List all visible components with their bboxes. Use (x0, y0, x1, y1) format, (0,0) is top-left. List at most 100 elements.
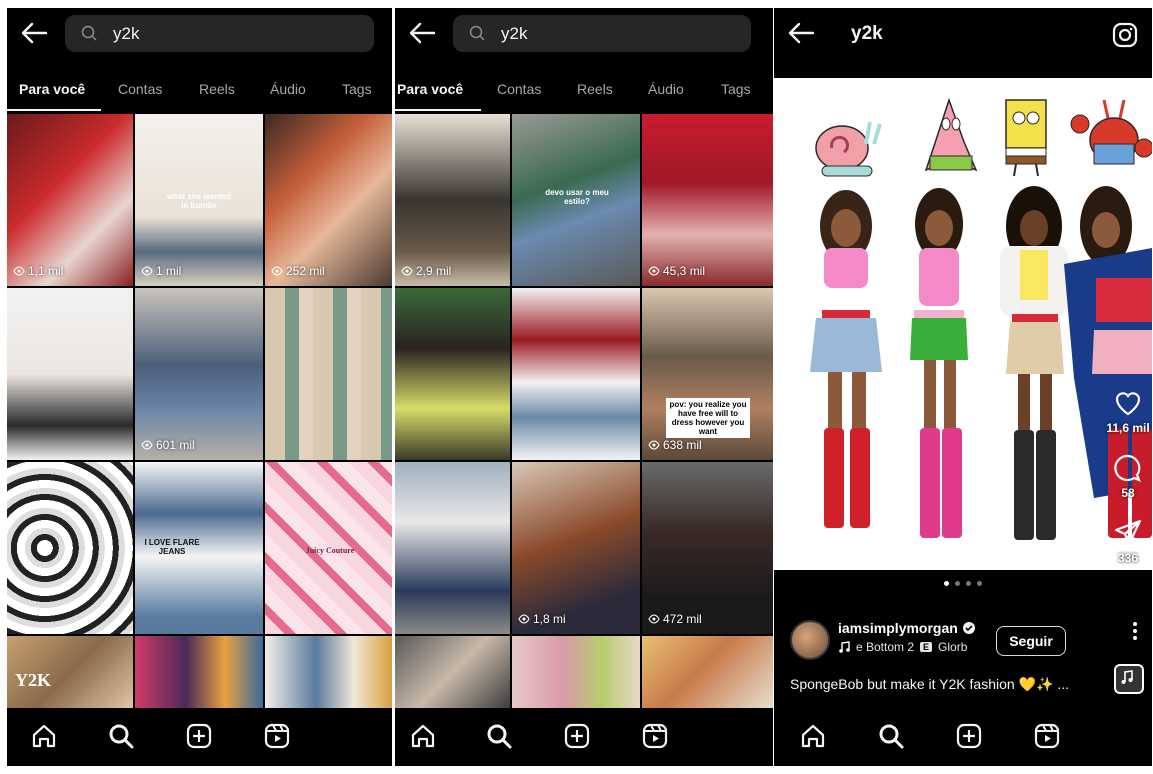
grid-tile[interactable] (395, 636, 510, 710)
eye-icon (141, 440, 153, 450)
author-row: iamsimplymorgan e Bottom 2 E Glorb Segui… (790, 618, 1140, 662)
search-icon (81, 25, 97, 41)
tab-para-voce[interactable]: Para você (19, 81, 85, 97)
grid-tile[interactable] (135, 636, 263, 710)
carousel-dot (955, 581, 960, 586)
create-icon (564, 723, 590, 749)
grid-tile[interactable] (512, 636, 640, 710)
grid-tile[interactable] (265, 288, 392, 460)
grid-tile[interactable]: 1,1 mil (7, 114, 133, 286)
audio-thumbnail[interactable] (1114, 664, 1144, 694)
username[interactable]: iamsimplymorgan (838, 620, 976, 636)
nav-reels[interactable] (641, 722, 669, 750)
bottom-nav (395, 708, 773, 766)
tab-audio[interactable]: Áudio (648, 81, 684, 97)
camera-icon[interactable] (1112, 22, 1138, 48)
tab-audio[interactable]: Áudio (270, 81, 306, 97)
grid-tile[interactable] (395, 288, 510, 460)
grid-tile[interactable]: 601 mil (135, 288, 263, 460)
post-image[interactable] (774, 78, 1152, 570)
follow-button[interactable]: Seguir (996, 626, 1066, 656)
nav-home[interactable] (799, 722, 827, 750)
view-count: 601 mil (141, 438, 195, 452)
tile-caption: devo usar o meu estilo? (545, 188, 609, 206)
tile-caption: what she wanted in bundle (166, 192, 231, 210)
view-count: 1,1 mil (13, 264, 63, 278)
grid-tile[interactable]: 2,9 mil (395, 114, 510, 286)
tab-reels[interactable]: Reels (577, 81, 613, 97)
mr-krabs-icon (1070, 99, 1152, 165)
grid-tile[interactable]: Juicy Couture (265, 462, 392, 634)
active-tab-indicator (395, 109, 481, 111)
nav-home[interactable] (409, 722, 437, 750)
share-count: 336 (1117, 551, 1139, 565)
post-illustration (810, 97, 1152, 540)
model-figure (910, 188, 968, 538)
grid-tile[interactable]: Y2K (7, 636, 133, 710)
grid-tile[interactable]: 45,3 mil (642, 114, 773, 286)
tab-reels[interactable]: Reels (199, 81, 235, 97)
search-input[interactable] (501, 15, 701, 52)
tab-bar: Para você Contas Reels Áudio Tags (395, 70, 773, 114)
nav-search[interactable] (485, 722, 513, 750)
comment-count: 58 (1121, 486, 1135, 500)
audio-info[interactable]: e Bottom 2 E Glorb (838, 640, 967, 654)
tab-tags[interactable]: Tags (721, 81, 751, 97)
back-arrow-icon[interactable] (21, 22, 47, 44)
tab-contas[interactable]: Contas (118, 81, 162, 97)
tile-caption: pov: you realize you have free will to d… (666, 398, 750, 438)
patrick-star-icon (924, 97, 978, 172)
back-arrow-icon[interactable] (788, 22, 814, 44)
carousel-dot (977, 581, 982, 586)
search-icon (469, 25, 485, 41)
grid-tile[interactable]: 252 mil (265, 114, 392, 286)
create-icon (956, 723, 982, 749)
heart-icon[interactable] (1113, 388, 1143, 418)
grid-tile[interactable] (512, 288, 640, 460)
reels-icon (642, 723, 668, 749)
grid-tile[interactable]: I LOVE FLARE JEANS (135, 462, 263, 634)
username-label: iamsimplymorgan (838, 620, 958, 636)
back-arrow-icon[interactable] (409, 22, 435, 44)
grid-tile[interactable] (7, 288, 133, 460)
nav-search[interactable] (107, 722, 135, 750)
tab-para-voce[interactable]: Para você (397, 81, 463, 97)
tab-contas[interactable]: Contas (497, 81, 541, 97)
nav-create[interactable] (955, 722, 983, 750)
view-count: 2,9 mil (401, 264, 451, 278)
grid-tile[interactable]: 1,8 mi (512, 462, 640, 634)
audio-title: e Bottom 2 (856, 640, 915, 654)
nav-home[interactable] (30, 722, 58, 750)
search-box[interactable] (65, 15, 374, 52)
share-icon[interactable] (1113, 518, 1143, 548)
nav-reels[interactable] (263, 722, 291, 750)
view-count: 252 mil (271, 264, 325, 278)
tab-tags[interactable]: Tags (342, 81, 372, 97)
grid-tile[interactable]: what she wanted in bundle 1 mil (135, 114, 263, 286)
explore-grid: 1,1 mil what she wanted in bundle 1 mil … (7, 114, 392, 710)
view-count: 1 mil (141, 264, 181, 278)
grid-tile[interactable] (395, 462, 510, 634)
post-detail-panel: y2k 11,6 mil 58 336 iamsimplymorgan e Bo… (774, 8, 1152, 766)
audio-artist: Glorb (938, 640, 968, 654)
explore-panel-2: Para você Contas Reels Áudio Tags 2,9 mi… (395, 8, 773, 766)
grid-tile[interactable]: pov: you realize you have free will to d… (642, 288, 773, 460)
search-box[interactable] (453, 15, 751, 52)
nav-create[interactable] (563, 722, 591, 750)
grid-tile[interactable] (265, 636, 392, 710)
grid-tile[interactable]: 472 mil (642, 462, 773, 634)
grid-tile[interactable] (642, 636, 773, 710)
search-input[interactable] (113, 15, 313, 52)
grid-tile[interactable]: devo usar o meu estilo? (512, 114, 640, 286)
comment-icon[interactable] (1113, 453, 1143, 483)
post-caption: SpongeBob but make it Y2K fashion 💛✨ ... (790, 676, 1069, 692)
nav-create[interactable] (185, 722, 213, 750)
home-icon (411, 724, 435, 748)
eye-icon (648, 440, 660, 450)
nav-search[interactable] (877, 722, 905, 750)
avatar[interactable] (790, 620, 830, 660)
explore-grid: 2,9 mil devo usar o meu estilo? 45,3 mil… (395, 114, 773, 710)
grid-tile[interactable] (7, 462, 133, 634)
nav-reels[interactable] (1033, 722, 1061, 750)
active-tab-indicator (7, 109, 101, 111)
